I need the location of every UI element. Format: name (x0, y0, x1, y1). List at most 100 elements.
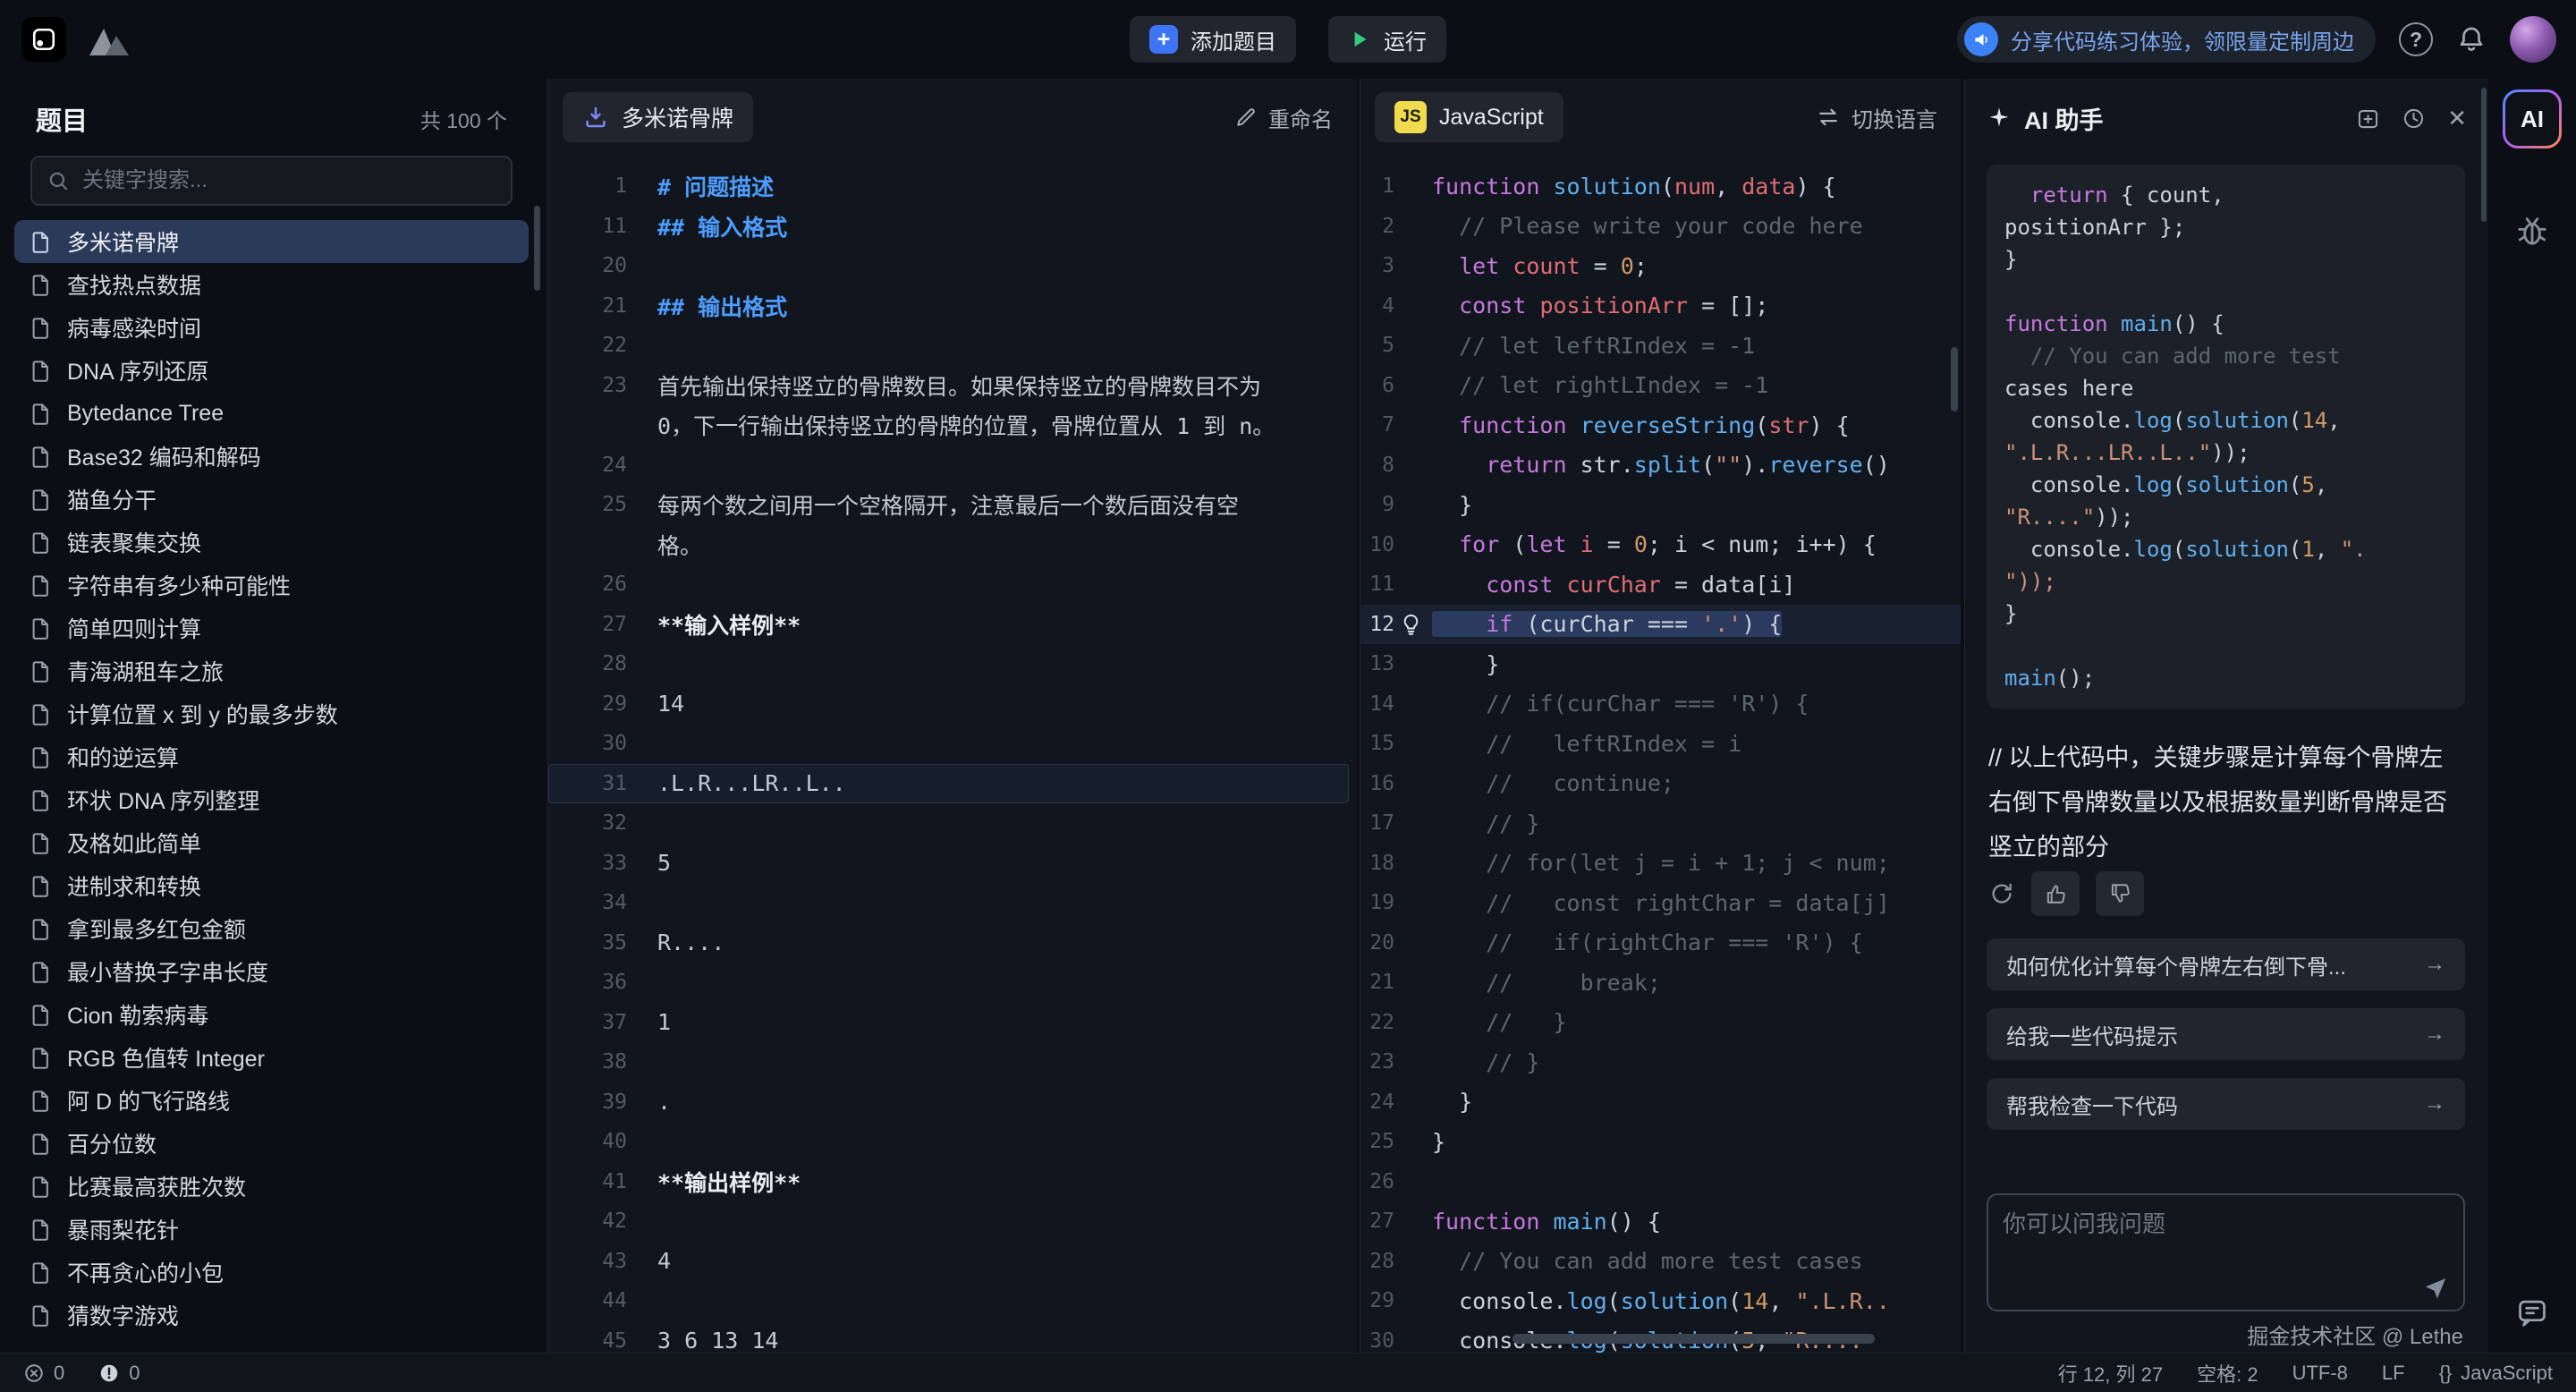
code-line[interactable]: 24 } (1360, 1082, 1961, 1123)
markdown-line[interactable]: 21## 输出格式 (548, 286, 1356, 327)
editor-vertical-scrollbar[interactable] (1951, 347, 1958, 412)
sidebar-item[interactable]: 多米诺骨牌 (14, 220, 529, 263)
regenerate-icon[interactable] (1988, 880, 2015, 907)
code-line[interactable]: 26 (1360, 1162, 1961, 1202)
markdown-line[interactable]: 453 6 13 14 (548, 1321, 1356, 1354)
code-line[interactable]: 27function main() { (1360, 1201, 1961, 1242)
app-logo[interactable] (21, 17, 66, 62)
sidebar-item[interactable]: 猜数字游戏 (14, 1294, 529, 1337)
sidebar-item[interactable]: 暴雨梨花针 (14, 1208, 529, 1251)
markdown-line[interactable]: 28 (548, 644, 1356, 684)
code-line[interactable]: 25} (1360, 1122, 1961, 1162)
ai-suggestion-button[interactable]: 如何优化计算每个骨牌左右倒下骨...→ (1987, 938, 2465, 990)
ai-suggestion-button[interactable]: 帮我检查一下代码→ (1987, 1078, 2465, 1130)
code-line[interactable]: 6 // let rightLIndex = -1 (1360, 366, 1961, 406)
markdown-line[interactable]: 44 (548, 1281, 1356, 1321)
encoding-setting[interactable]: UTF-8 (2292, 1362, 2348, 1385)
markdown-line[interactable]: 26 (548, 564, 1356, 605)
code-line[interactable]: 22 // } (1360, 1003, 1961, 1043)
code-line[interactable]: 14 // if(curChar === 'R') { (1360, 684, 1961, 725)
sidebar-item[interactable]: Bytedance Tree (14, 392, 529, 435)
markdown-line[interactable]: 1# 问题描述 (548, 166, 1356, 207)
sidebar-item[interactable]: Base32 编码和解码 (14, 435, 529, 478)
code-line[interactable]: 13 } (1360, 644, 1961, 684)
code-line[interactable]: 7 function reverseString(str) { (1360, 405, 1961, 446)
markdown-line[interactable]: 30 (548, 724, 1356, 764)
markdown-line[interactable]: 格。 (548, 525, 1356, 565)
ai-suggestion-button[interactable]: 给我一些代码提示→ (1987, 1008, 2465, 1060)
code-line[interactable]: 11 const curChar = data[i] (1360, 564, 1961, 605)
switch-language-button[interactable]: 切换语言 (1816, 102, 1937, 133)
code-line[interactable]: 15 // leftRIndex = i (1360, 724, 1961, 764)
close-icon[interactable]: ✕ (2447, 105, 2467, 132)
indentation-setting[interactable]: 空格: 2 (2197, 1359, 2258, 1388)
code-line[interactable]: 18 // for(let j = i + 1; j < num; (1360, 844, 1961, 884)
ai-input-field[interactable] (2003, 1206, 2449, 1270)
new-chat-icon[interactable] (2356, 106, 2380, 131)
markdown-line[interactable]: 35R.... (548, 923, 1356, 963)
markdown-line[interactable]: 40 (548, 1122, 1356, 1162)
sidebar-scrollbar[interactable] (534, 206, 540, 291)
eol-setting[interactable]: LF (2382, 1362, 2405, 1385)
lightbulb-icon[interactable] (1399, 612, 1423, 636)
code-line[interactable]: 29 console.log(solution(14, ".L.R.. (1360, 1281, 1961, 1321)
run-button[interactable]: 运行 (1328, 16, 1446, 63)
ai-toggle-button[interactable]: AI (2503, 89, 2562, 149)
rename-button[interactable]: 重命名 (1234, 102, 1333, 133)
sidebar-item[interactable]: 计算位置 x 到 y 的最多步数 (14, 692, 529, 735)
thumbs-down-button[interactable] (2096, 871, 2144, 916)
sidebar-item[interactable]: 猫鱼分干 (14, 478, 529, 521)
code-line[interactable]: 21 // break; (1360, 963, 1961, 1003)
sidebar-item[interactable]: 百分位数 (14, 1122, 529, 1165)
help-icon[interactable]: ? (2399, 22, 2433, 56)
markdown-line[interactable]: 41**输出样例** (548, 1162, 1356, 1202)
sidebar-item[interactable]: 青海湖租车之旅 (14, 649, 529, 692)
bell-icon[interactable] (2456, 24, 2487, 55)
promo-banner[interactable]: 分享代码练习体验，领限量定制周边 (1957, 16, 2376, 63)
code-line[interactable]: 9 } (1360, 485, 1961, 525)
markdown-line[interactable]: 335 (548, 844, 1356, 884)
sidebar-item[interactable]: Cion 勒索病毒 (14, 993, 529, 1036)
sidebar-item[interactable]: 拿到最多红包金额 (14, 907, 529, 950)
editor-horizontal-scrollbar[interactable] (1513, 1334, 1875, 1344)
search-input[interactable] (82, 168, 496, 193)
markdown-line[interactable]: 31.L.R...LR..L.. (548, 764, 1349, 804)
code-line[interactable]: 23 // } (1360, 1042, 1961, 1082)
code-line[interactable]: 1function solution(num, data) { (1360, 166, 1961, 207)
markdown-line[interactable]: 11## 输入格式 (548, 207, 1356, 247)
markdown-line[interactable]: 25每两个数之间用一个空格隔开，注意最后一个数后面没有空 (548, 485, 1356, 525)
code-line[interactable]: 8 return str.split("").reverse() (1360, 446, 1961, 486)
code-line[interactable]: 12 if (curChar === '.') { (1360, 605, 1961, 645)
sidebar-item[interactable]: 查找热点数据 (14, 263, 529, 306)
sidebar-item[interactable]: 比赛最高获胜次数 (14, 1165, 529, 1208)
markdown-line[interactable]: 20 (548, 246, 1356, 286)
markdown-line[interactable]: 434 (548, 1242, 1356, 1282)
code-line[interactable]: 20 // if(rightChar === 'R') { (1360, 923, 1961, 963)
markdown-line[interactable]: 36 (548, 963, 1356, 1003)
user-avatar[interactable] (2510, 16, 2556, 63)
sidebar-item[interactable]: 不再贪心的小包 (14, 1251, 529, 1294)
code-line[interactable]: 10 for (let i = 0; i < num; i++) { (1360, 525, 1961, 565)
sidebar-item[interactable]: 链表聚集交换 (14, 521, 529, 564)
problem-title-pill[interactable]: 多米诺骨牌 (563, 92, 753, 142)
code-line[interactable]: 17 // } (1360, 803, 1961, 844)
code-line[interactable]: 5 // let leftRIndex = -1 (1360, 326, 1961, 366)
search-box[interactable] (30, 156, 513, 206)
ai-panel-scrollbar[interactable] (2481, 88, 2487, 222)
language-pill[interactable]: JS JavaScript (1375, 92, 1563, 142)
debug-icon[interactable] (2514, 213, 2550, 249)
markdown-line[interactable]: 22 (548, 326, 1356, 366)
sidebar-item[interactable]: 环状 DNA 序列整理 (14, 778, 529, 821)
ai-input-box[interactable] (1987, 1193, 2465, 1311)
markdown-line[interactable]: 34 (548, 883, 1356, 923)
sidebar-item[interactable]: 阿 D 的飞行路线 (14, 1079, 529, 1122)
sidebar-item[interactable]: 进制求和转换 (14, 864, 529, 907)
sidebar-item[interactable]: 及格如此简单 (14, 821, 529, 864)
send-icon[interactable] (2422, 1274, 2449, 1301)
sidebar-item[interactable]: 病毒感染时间 (14, 306, 529, 349)
markdown-line[interactable]: 2914 (548, 684, 1356, 725)
markdown-line[interactable]: 24 (548, 446, 1356, 486)
sidebar-item[interactable]: 简单四则计算 (14, 607, 529, 649)
code-line[interactable]: 3 let count = 0; (1360, 246, 1961, 286)
code-line[interactable]: 2 // Please write your code here (1360, 207, 1961, 247)
